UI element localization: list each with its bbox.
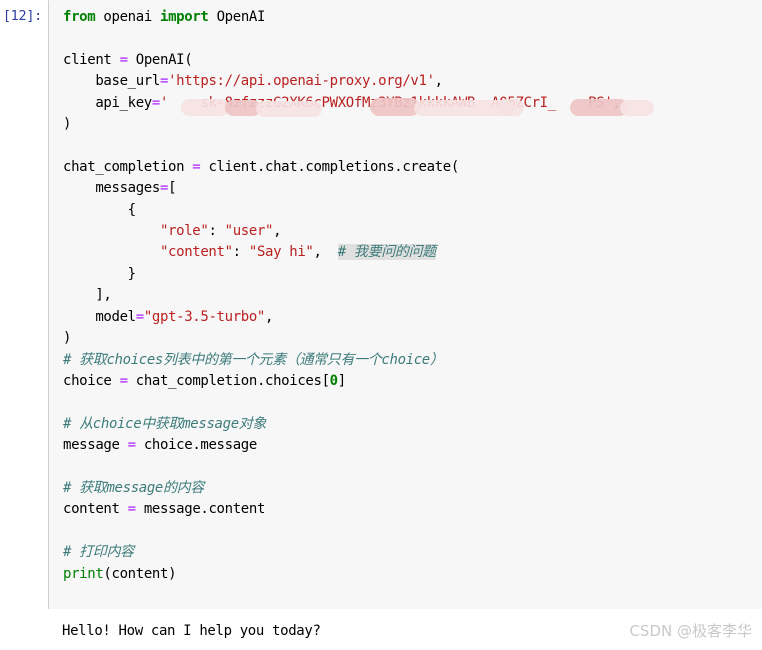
code-token-n: api_key <box>95 94 152 111</box>
code-token-n: message <box>63 437 120 454</box>
code-token-c: # 从choice中获取message对象 <box>63 415 267 432</box>
code-token-s: "Say hi" <box>248 244 314 261</box>
code-token-p: , <box>612 94 621 111</box>
code-token-n: OpenAI <box>216 9 266 25</box>
code-token-p: ( <box>450 158 459 175</box>
code-token-p: , <box>273 223 282 240</box>
code-token-p: : <box>208 223 217 240</box>
code-token-p: ) <box>63 330 72 347</box>
code-token-p: : <box>232 244 241 261</box>
code-token-o: = <box>135 308 144 325</box>
code-token-n: chat_completion <box>63 158 185 175</box>
code-token-o: = <box>119 372 128 389</box>
code-token-o: = <box>159 73 169 90</box>
code-token-s: "gpt-3.5-turbo" <box>143 308 266 325</box>
code-token-p: } <box>127 265 136 282</box>
code-token-s: ' sk-8zfzzzG2XK6cPWXOfMz3YBz1kkkkAWB A05… <box>159 94 613 111</box>
code-token-p: ( <box>103 565 112 582</box>
code-token-n: client <box>63 51 112 68</box>
code-token-n: choice.message <box>143 437 257 454</box>
code-token-p: { <box>127 201 136 218</box>
execution-count-prompt: [12]: <box>2 8 42 24</box>
code-token-n: base_url <box>95 73 160 90</box>
code-token-o: = <box>159 180 169 197</box>
code-token-o: = <box>127 501 136 518</box>
code-token-s: "role" <box>159 223 209 240</box>
code-token-o: = <box>151 94 160 111</box>
code-token-p: ] <box>337 372 346 389</box>
code-token-o: = <box>192 158 201 175</box>
code-token-c-hl: # 我要问的问题 <box>337 244 436 261</box>
code-token-p: , <box>313 244 322 261</box>
code-token-n: client.chat.completions.create <box>208 158 451 175</box>
code-token-p: [ <box>321 372 330 389</box>
code-token-n: content <box>63 501 120 518</box>
code-token-c: # 获取choices列表中的第一个元素（通常只有一个choice） <box>63 351 444 368</box>
code-token-o: = <box>127 437 136 454</box>
code-token-c: # 获取message的内容 <box>63 479 204 496</box>
code-token-n: openai <box>103 9 152 25</box>
code-token-p: , <box>434 73 443 90</box>
code-token-k: from <box>63 9 96 25</box>
jupyter-notebook-cell: [12]: from openai import OpenAI client =… <box>0 0 762 650</box>
code-token-n: OpenAI <box>135 51 185 68</box>
code-token-o: = <box>119 51 128 68</box>
code-token-n: message.content <box>143 501 266 518</box>
code-token-nb: print <box>63 565 104 582</box>
code-token-n: chat_completion.choices <box>135 372 322 389</box>
code-cell[interactable]: [12]: from openai import OpenAI client =… <box>0 0 762 609</box>
code-token-p: ) <box>168 565 177 582</box>
code-token-p: [ <box>168 180 177 197</box>
code-token-n: messages <box>95 180 160 197</box>
code-token-n: content <box>111 565 169 582</box>
code-token-n: model <box>95 308 136 325</box>
code-token-n: choice <box>63 372 112 389</box>
code-token-k: import <box>160 9 209 25</box>
code-input-area[interactable]: from openai import OpenAI client = OpenA… <box>48 0 762 609</box>
code-token-mi: 0 <box>329 372 338 389</box>
code-token-c: # 打印内容 <box>63 544 134 561</box>
code-token-s: 'https://api.openai-proxy.org/v1' <box>168 73 435 90</box>
csdn-watermark: CSDN @极客李华 <box>629 622 752 640</box>
code-token-p: ], <box>95 287 112 304</box>
code-token-s: "user" <box>224 223 274 240</box>
source-code[interactable]: from openai import OpenAI client = OpenA… <box>63 7 762 585</box>
code-token-p: , <box>265 308 274 325</box>
code-token-s: "content" <box>159 244 233 261</box>
code-token-p: ( <box>184 51 193 68</box>
code-token-p: ) <box>63 116 72 133</box>
